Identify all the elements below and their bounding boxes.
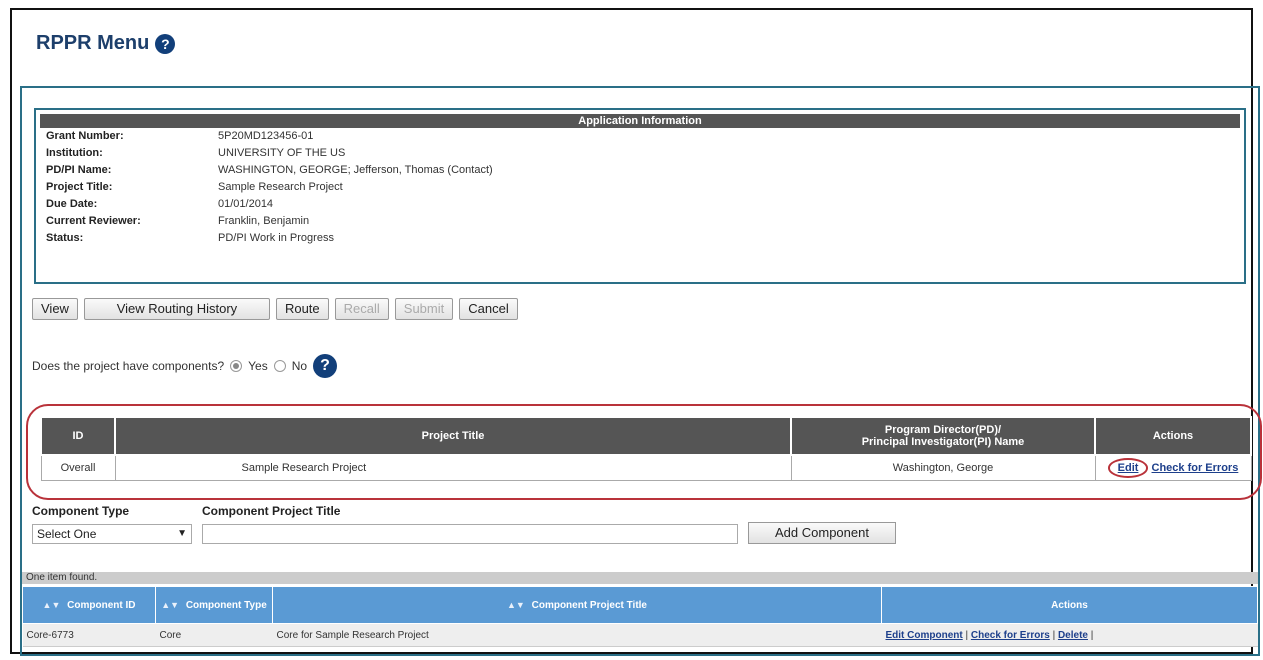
component-project-title-input[interactable] — [202, 524, 738, 544]
info-value: Sample Research Project — [218, 181, 343, 193]
cell-project-title: Sample Research Project — [114, 454, 792, 481]
col-header-pd-line: Program Director(PD)/ — [884, 424, 1002, 436]
col-header-component-actions: Actions — [881, 586, 1258, 624]
table-row: Core-6773 Core Core for Sample Research … — [22, 623, 1258, 647]
check-for-errors-link[interactable]: Check for Errors — [1152, 462, 1239, 474]
info-row-pdpi-name: PD/PI Name: WASHINGTON, GEORGE; Jefferso… — [40, 162, 1240, 179]
info-value: 01/01/2014 — [218, 198, 274, 210]
sort-icon: ▲▼ — [42, 599, 61, 610]
col-header-component-id-text: Component ID — [67, 599, 136, 611]
cell-pi-name: Washington, George — [790, 454, 1096, 481]
info-value: 5P20MD123456-01 — [218, 130, 314, 142]
cell-component-id: Core-6773 — [22, 623, 156, 647]
main-panel: Application Information Grant Number: 5P… — [20, 86, 1262, 656]
project-table: ID Project Title Program Director(PD)/ P… — [40, 416, 1252, 481]
info-label: PD/PI Name: — [46, 164, 112, 176]
info-value: Franklin, Benjamin — [218, 215, 310, 227]
no-radio[interactable] — [273, 360, 286, 372]
view-routing-history-button[interactable]: View Routing History — [83, 298, 270, 320]
components-question: Does the project have components? Yes No… — [32, 354, 338, 378]
col-header-pi-line: Principal Investigator(PI) Name — [861, 436, 1025, 448]
col-header-id: ID — [40, 416, 116, 456]
separator: | — [1087, 629, 1094, 641]
items-found-bar: One item found. — [22, 572, 1258, 584]
project-table-highlight: ID Project Title Program Director(PD)/ P… — [26, 404, 1262, 500]
check-for-errors-link[interactable]: Check for Errors — [971, 630, 1050, 641]
info-value: PD/PI Work in Progress — [218, 232, 334, 244]
cell-actions: Edit Check for Errors — [1094, 454, 1252, 481]
component-table: ▲▼ Component ID ▲▼ Component Type ▲▼ Com… — [22, 586, 1258, 647]
info-label: Institution: — [46, 147, 103, 159]
col-header-actions: Actions — [1094, 416, 1252, 456]
page-title-text: RPPR Menu — [36, 32, 150, 54]
component-table-header-row: ▲▼ Component ID ▲▼ Component Type ▲▼ Com… — [22, 586, 1258, 624]
separator: | — [962, 629, 971, 641]
info-row-current-reviewer: Current Reviewer: Franklin, Benjamin — [40, 213, 1240, 230]
application-information-header: Application Information — [40, 114, 1240, 128]
col-header-component-type-text: Component Type — [185, 599, 267, 611]
info-row-due-date: Due Date: 01/01/2014 — [40, 196, 1240, 213]
application-information-panel: Application Information Grant Number: 5P… — [34, 108, 1246, 284]
info-row-status: Status: PD/PI Work in Progress — [40, 230, 1240, 247]
info-value: UNIVERSITY OF THE US — [218, 147, 346, 159]
submit-button[interactable]: Submit — [394, 298, 454, 320]
info-label: Project Title: — [46, 181, 113, 193]
col-header-project-title: Project Title — [114, 416, 792, 456]
yes-label: Yes — [248, 359, 268, 373]
delete-link[interactable]: Delete — [1058, 630, 1088, 641]
info-label: Grant Number: — [46, 130, 124, 142]
components-question-text: Does the project have components? — [32, 359, 225, 373]
info-value: WASHINGTON, GEORGE; Jefferson, Thomas (C… — [218, 164, 493, 176]
cell-component-type: Core — [155, 623, 273, 647]
table-row: Overall Sample Research Project Washingt… — [40, 454, 1252, 481]
col-header-pd-pi-name: Program Director(PD)/ Principal Investig… — [790, 416, 1096, 456]
info-row-project-title: Project Title: Sample Research Project — [40, 179, 1240, 196]
yes-radio[interactable] — [230, 360, 243, 372]
component-type-select[interactable]: Select One ▼ — [32, 524, 192, 544]
info-label: Due Date: — [46, 198, 98, 210]
cell-component-actions: Edit Component | Check for Errors | Dele… — [881, 623, 1258, 647]
col-header-component-project-title[interactable]: ▲▼ Component Project Title — [272, 586, 882, 624]
info-label: Status: — [46, 232, 84, 244]
info-row-grant-number: Grant Number: 5P20MD123456-01 — [40, 128, 1240, 145]
cell-id: Overall — [40, 454, 116, 481]
page-frame: RPPR Menu ? Application Information Gran… — [10, 8, 1262, 656]
edit-link[interactable]: Edit — [1107, 458, 1149, 478]
project-table-header-row: ID Project Title Program Director(PD)/ P… — [40, 416, 1252, 456]
recall-button[interactable]: Recall — [334, 298, 389, 320]
component-type-select-value: Select One — [37, 527, 97, 541]
view-button[interactable]: View — [32, 298, 78, 320]
page-title: RPPR Menu ? — [36, 32, 176, 55]
cell-component-project-title: Core for Sample Research Project — [272, 623, 882, 647]
add-component-button[interactable]: Add Component — [748, 522, 896, 544]
chevron-down-icon: ▼ — [177, 528, 187, 539]
edit-component-link[interactable]: Edit Component — [886, 630, 963, 641]
info-row-institution: Institution: UNIVERSITY OF THE US — [40, 145, 1240, 162]
component-project-title-label: Component Project Title — [202, 504, 341, 518]
route-button[interactable]: Route — [275, 298, 329, 320]
col-header-component-id[interactable]: ▲▼ Component ID — [22, 586, 156, 624]
sort-icon: ▲▼ — [507, 599, 525, 610]
sort-icon: ▲▼ — [161, 599, 180, 610]
action-button-row: View View Routing History Route Recall S… — [32, 298, 518, 320]
info-label: Current Reviewer: — [46, 215, 141, 227]
help-icon[interactable]: ? — [155, 33, 176, 54]
separator: | — [1049, 629, 1058, 641]
components-help-icon[interactable]: ? — [313, 354, 338, 378]
col-header-component-type[interactable]: ▲▼ Component Type — [155, 586, 273, 624]
col-header-component-project-title-text: Component Project Title — [531, 599, 647, 611]
no-label: No — [291, 359, 308, 373]
cancel-button[interactable]: Cancel — [459, 298, 518, 320]
component-type-label: Component Type — [32, 504, 130, 518]
